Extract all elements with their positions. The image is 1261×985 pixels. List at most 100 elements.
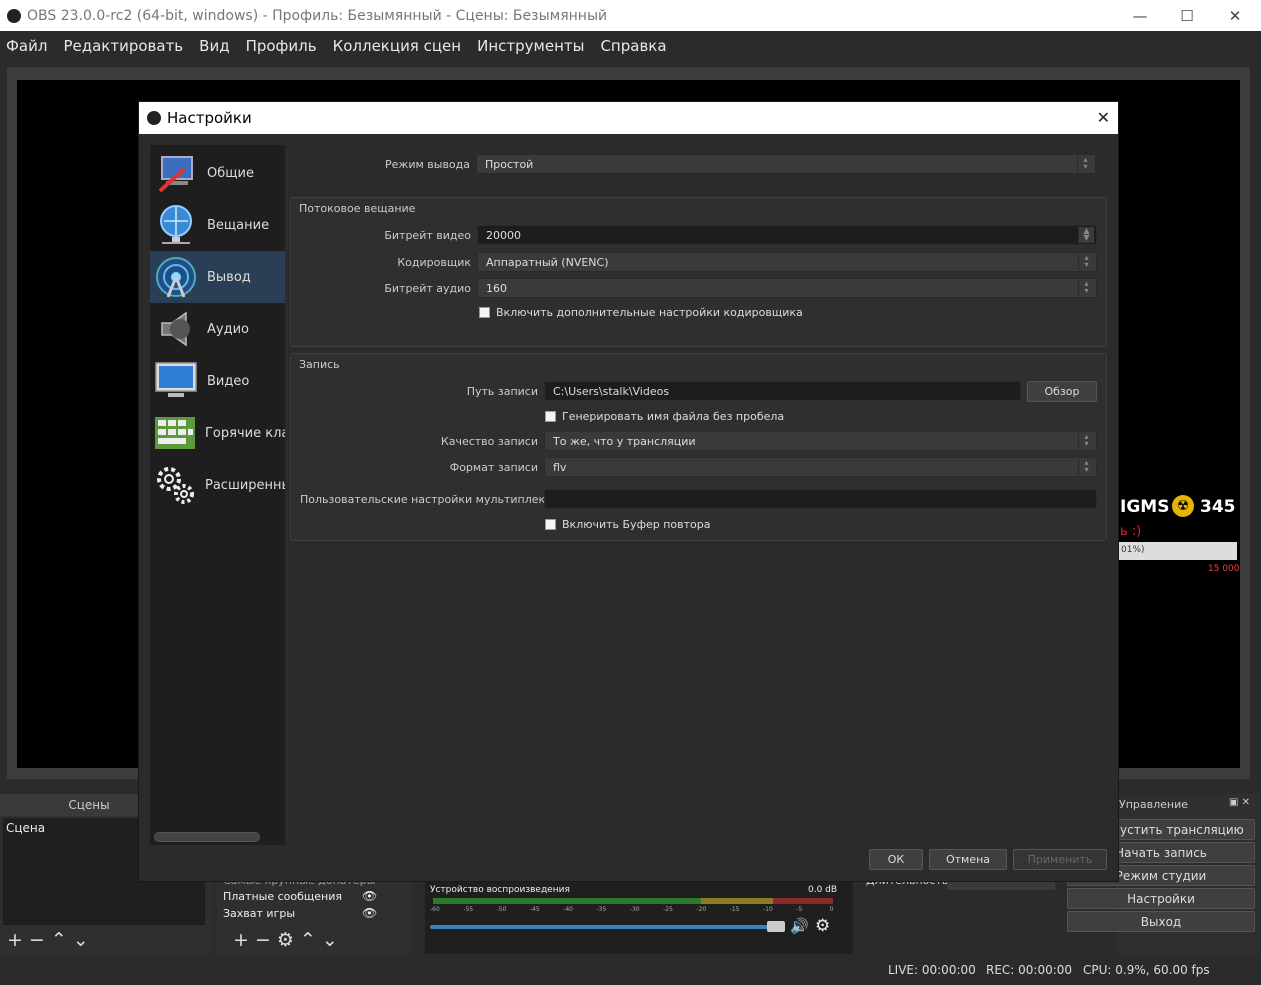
menu-view[interactable]: Вид <box>199 37 229 55</box>
window-titlebar: OBS 23.0.0-rc2 (64-bit, windows) - Профи… <box>0 0 1261 31</box>
no-space-filename-label: Генерировать имя файла без пробела <box>562 410 785 423</box>
recording-group-title: Запись <box>299 358 340 371</box>
add-icon[interactable]: + <box>233 929 255 951</box>
volume-slider-handle[interactable] <box>767 921 785 932</box>
gear-icon[interactable]: ⚙ <box>815 916 830 936</box>
cancel-button[interactable]: Отмена <box>929 849 1007 870</box>
menu-tools[interactable]: Инструменты <box>477 37 584 55</box>
advanced-icon <box>153 462 197 508</box>
recording-quality-select[interactable]: То же, что у трансляции ▴ ▾ <box>544 431 1097 451</box>
checkbox-box[interactable] <box>545 519 556 530</box>
mixer-tick-label: -10 <box>763 906 773 913</box>
sidebar-item-audio[interactable]: Аудио <box>150 303 285 355</box>
status-cpu: CPU: 0.9%, 60.00 fps <box>1083 963 1210 977</box>
advanced-encoder-label: Включить дополнительные настройки кодиро… <box>496 306 803 319</box>
mixer-tick-label: -5 <box>796 906 803 913</box>
sidebar-item-label: Видео <box>207 373 250 389</box>
video-bitrate-label: Битрейт видео <box>384 229 471 242</box>
sidebar-item-hotkeys[interactable]: Горячие клавиши <box>150 407 285 459</box>
source-item[interactable]: Захват игры <box>223 907 295 920</box>
sidebar-item-output[interactable]: Вывод <box>150 251 285 303</box>
mixer-tick-label: 0 <box>829 906 834 913</box>
audio-bitrate-select[interactable]: 160 ▴ ▾ <box>477 278 1097 298</box>
recording-format-value: flv <box>553 460 567 474</box>
encoder-select[interactable]: Аппаратный (NVENC) ▴ ▾ <box>477 252 1097 272</box>
menu-help[interactable]: Справка <box>600 37 666 55</box>
up-icon[interactable]: ⌃ <box>300 929 322 951</box>
sources-toolbar: +−⚙⌃⌄ <box>233 929 344 951</box>
speaker-icon[interactable]: 🔊 <box>790 917 809 935</box>
mixer-device-label: Устройство воспроизведения <box>430 885 570 895</box>
sidebar-item-label: Вывод <box>207 269 251 285</box>
volume-slider[interactable] <box>430 925 784 929</box>
sidebar-item-general[interactable]: Общие <box>150 147 285 199</box>
exit-button[interactable]: Выход <box>1067 911 1255 932</box>
apply-button[interactable]: Применить <box>1013 849 1107 870</box>
status-rec: REC: 00:00:00 <box>986 963 1073 977</box>
output-mode-select[interactable]: Простой ▴ ▾ <box>476 154 1096 174</box>
mixer-tick-label: -20 <box>696 906 707 913</box>
sidebar-item-label: Расширенные <box>205 477 285 493</box>
menu-profile[interactable]: Профиль <box>246 37 317 55</box>
eye-icon[interactable]: 👁 <box>362 906 377 920</box>
add-icon[interactable]: + <box>7 929 29 951</box>
checkbox-box[interactable] <box>479 307 490 318</box>
menu-edit[interactable]: Редактировать <box>63 37 183 55</box>
mixer-tick-label: -45 <box>529 906 540 913</box>
audio-bitrate-value: 160 <box>486 281 507 295</box>
audio-icon <box>153 306 199 352</box>
muxer-settings-input[interactable] <box>544 489 1097 509</box>
mixer-meter <box>433 898 833 904</box>
recording-format-select[interactable]: flv ▴ ▾ <box>544 457 1097 477</box>
advanced-encoder-checkbox[interactable]: Включить дополнительные настройки кодиро… <box>479 306 803 319</box>
spinner-icon[interactable]: ▲ ▼ <box>1078 227 1094 243</box>
remove-icon[interactable]: − <box>29 929 51 951</box>
menu-file[interactable]: Файл <box>6 37 47 55</box>
streaming-group-title: Потоковое вещание <box>299 202 416 215</box>
mixer-tick-label: -35 <box>596 906 607 913</box>
close-dialog-button[interactable]: ✕ <box>1097 108 1110 127</box>
eye-icon[interactable]: 👁 <box>362 889 377 903</box>
recording-path-input[interactable]: C:\Users\stalk\Videos <box>544 381 1021 401</box>
mixer-tick-label: -40 <box>563 906 573 913</box>
output-mode-label: Режим вывода <box>385 158 470 171</box>
hotkeys-icon <box>153 410 197 456</box>
encoder-value: Аппаратный (NVENC) <box>486 255 609 269</box>
sidebar-item-label: Общие <box>207 165 254 181</box>
close-window-button[interactable]: ✕ <box>1212 0 1258 31</box>
up-icon[interactable]: ⌃ <box>51 929 73 951</box>
scene-toolbar: +−⌃⌄ <box>7 929 95 951</box>
chevron-updown-icon: ▴ ▾ <box>1077 156 1093 172</box>
sidebar-item-broadcast[interactable]: Вещание <box>150 199 285 251</box>
no-space-filename-checkbox[interactable]: Генерировать имя файла без пробела <box>545 410 784 423</box>
scene-item[interactable]: Сцена <box>6 821 45 835</box>
sidebar-item-label: Вещание <box>207 217 270 233</box>
sidebar-item-advanced[interactable]: Расширенные <box>150 459 285 511</box>
replay-buffer-label: Включить Буфер повтора <box>562 518 711 531</box>
remove-icon[interactable]: − <box>255 929 277 951</box>
encoder-label: Кодировщик <box>397 256 471 269</box>
browse-button[interactable]: Обзор <box>1027 381 1097 402</box>
maximize-button[interactable]: ☐ <box>1164 0 1210 31</box>
replay-buffer-checkbox[interactable]: Включить Буфер повтора <box>545 518 711 531</box>
output-mode-value: Простой <box>485 157 534 171</box>
mixer-tick-label: -60 <box>430 906 440 913</box>
sidebar-scrollbar[interactable] <box>154 832 260 842</box>
mixer-tick-label: -55 <box>463 906 474 913</box>
gear-icon[interactable]: ⚙ <box>277 929 300 951</box>
minimize-button[interactable]: — <box>1117 0 1163 31</box>
output-mode-row: Режим вывода Простой ▴ ▾ <box>290 144 1108 189</box>
mixer-tick-label: -30 <box>629 906 640 913</box>
menu-scene-collection[interactable]: Коллекция сцен <box>333 37 462 55</box>
sidebar-item-video[interactable]: Видео <box>150 355 285 407</box>
settings-button[interactable]: Настройки <box>1067 888 1255 909</box>
mixer-level: 0.0 dB <box>808 885 838 895</box>
checkbox-box[interactable] <box>545 411 556 422</box>
down-icon[interactable]: ⌄ <box>73 929 95 951</box>
dock-float-icon[interactable]: ▣ ✕ <box>1229 797 1250 808</box>
down-icon[interactable]: ⌄ <box>322 929 344 951</box>
ok-button[interactable]: ОК <box>869 849 923 870</box>
source-item[interactable]: Платные сообщения <box>223 890 342 903</box>
chevron-updown-icon: ▴ ▾ <box>1078 280 1094 296</box>
video-bitrate-input[interactable]: 20000 ▲ ▼ <box>477 225 1097 245</box>
